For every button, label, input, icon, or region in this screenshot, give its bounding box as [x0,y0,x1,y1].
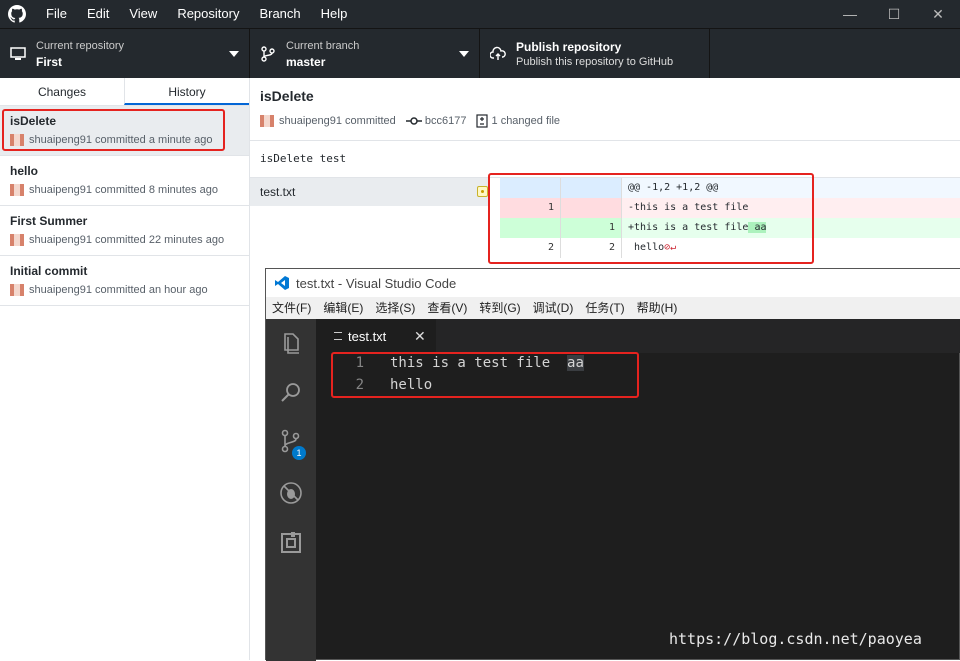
commit-title: hello [10,164,39,178]
window-controls: — ☐ ✕ [828,0,960,28]
close-icon[interactable]: ✕ [916,0,960,28]
avatar [10,184,24,196]
chevron-down-icon [459,51,469,57]
commit-meta-row: shuaipeng91 committed 22 minutes ago [10,234,239,246]
repository-name: First [36,55,63,69]
vscode-menu-tasks[interactable]: 任务(T) [579,297,630,319]
avatar [10,234,24,246]
vscode-menu-help[interactable]: 帮助(H) [631,297,684,319]
tab-history[interactable]: History [124,78,249,105]
code-editor[interactable]: 1 this is a test file aa 2 hello [316,353,960,661]
repository-label: Current repository [36,40,125,52]
author-group: shuaipeng91 committed [260,115,396,127]
cloud-upload-icon [490,46,506,60]
commit-meta-row: shuaipeng91 committed an hour ago [10,284,239,296]
editor-tab-bar: test.txt ✕ [316,319,960,353]
editor-tab-label: test.txt [348,329,387,344]
highlight-box-diff [488,173,814,264]
commit-summary-title: isDelete [260,88,314,104]
highlight-box-commit [2,109,225,151]
search-icon[interactable] [279,381,303,405]
github-logo-icon [8,5,26,23]
sidebar: Changes History isDelete shuaipeng91 com… [0,78,250,660]
commit-sha[interactable]: bcc6177 [425,115,467,127]
explorer-icon[interactable] [279,331,303,355]
highlight-box-editor [331,352,639,398]
commit-item[interactable]: First Summer shuaipeng91 committed 22 mi… [0,206,249,256]
vscode-menu-goto[interactable]: 转到(G) [473,297,526,319]
commit-title: First Summer [10,214,88,228]
diff-file-icon [476,114,489,128]
sha-group: bcc6177 [405,115,467,127]
menu-edit[interactable]: Edit [77,0,119,28]
menu-help[interactable]: Help [311,0,358,28]
commit-author: shuaipeng91 committed [279,115,396,127]
commit-meta-row: shuaipeng91 committed 8 minutes ago [10,184,239,196]
changed-file-name: test.txt [260,185,296,199]
maximize-icon[interactable]: ☐ [872,0,916,28]
vscode-menu-debug[interactable]: 调试(D) [527,297,580,319]
monitor-icon [10,47,26,60]
vscode-window: test.txt - Visual Studio Code 文件(F) 编辑(E… [265,268,960,661]
title-bar: File Edit View Repository Branch Help — … [0,0,960,28]
chevron-down-icon [229,51,239,57]
tab-changes[interactable]: Changes [0,78,124,105]
commit-title: Initial commit [10,264,88,278]
debug-icon[interactable] [279,481,303,505]
publish-repository-button[interactable]: Publish repository Publish this reposito… [480,29,710,79]
menu-file[interactable]: File [36,0,77,28]
branch-name: master [286,55,326,69]
commit-icon [405,117,422,125]
sidebar-tabs: Changes History [0,78,249,106]
vscode-menu-bar: 文件(F) 编辑(E) 选择(S) 查看(V) 转到(G) 调试(D) 任务(T… [266,297,960,319]
commit-meta: shuaipeng91 committed 22 minutes ago [29,234,225,246]
publish-description: Publish this repository to GitHub [516,56,674,68]
file-lines-icon [334,332,342,340]
menu-view[interactable]: View [119,0,167,28]
menu-repository[interactable]: Repository [167,0,249,28]
source-control-badge: 1 [292,446,306,460]
menu-branch[interactable]: Branch [249,0,310,28]
vscode-window-title: test.txt - Visual Studio Code [296,276,457,291]
watermark-text: https://blog.csdn.net/paoyea [669,630,922,648]
menu-bar: File Edit View Repository Branch Help [36,0,357,28]
modified-icon [477,186,488,197]
commit-item[interactable]: Initial commit shuaipeng91 committed an … [0,256,249,306]
current-branch-button[interactable]: Current branch master [250,29,480,79]
commit-meta: shuaipeng91 committed 8 minutes ago [29,184,218,196]
current-repository-button[interactable]: Current repository First [0,29,250,79]
vscode-menu-file[interactable]: 文件(F) [266,297,317,319]
extensions-icon[interactable] [279,531,303,555]
changed-group: 1 changed file [476,114,560,128]
commit-meta: shuaipeng91 committed an hour ago [29,284,208,296]
vscode-menu-selection[interactable]: 选择(S) [369,297,421,319]
vscode-logo-icon [275,276,289,290]
minimize-icon[interactable]: — [828,0,872,28]
close-tab-icon[interactable]: ✕ [414,328,426,345]
editor-tab[interactable]: test.txt ✕ [316,319,436,353]
changed-file-item[interactable]: test.txt [250,178,490,206]
avatar [10,284,24,296]
avatar [260,115,274,127]
vscode-menu-view[interactable]: 查看(V) [421,297,473,319]
vscode-menu-edit[interactable]: 编辑(E) [317,297,369,319]
branch-icon [261,46,275,62]
commit-item[interactable]: hello shuaipeng91 committed 8 minutes ag… [0,156,249,206]
branch-label: Current branch [286,40,360,52]
commit-meta-bar: shuaipeng91 committed bcc6177 1 changed … [260,114,570,128]
toolbar: Current repository First Current branch … [0,28,960,79]
vscode-title-bar: test.txt - Visual Studio Code [266,269,960,297]
publish-label: Publish repository [516,40,622,54]
activity-bar: 1 [266,319,316,661]
changed-files-count: 1 changed file [491,115,561,127]
